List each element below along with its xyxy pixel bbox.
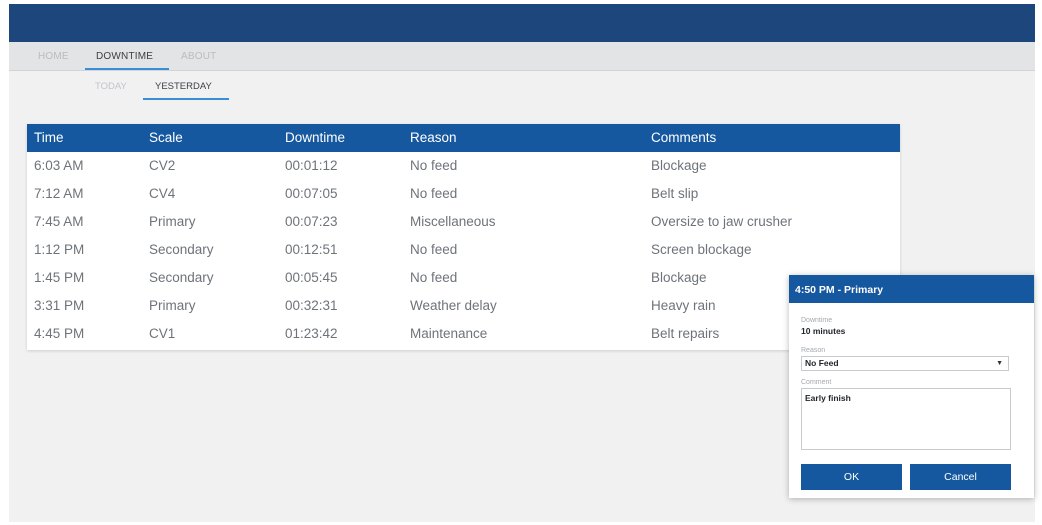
table-row[interactable]: 3:31 PM Primary 00:32:31 Weather delay H… [27, 292, 900, 320]
table-row[interactable]: 6:03 AM CV2 00:01:12 No feed Blockage [27, 152, 900, 180]
edit-downtime-dialog: 4:50 PM - Primary Downtime 10 minutes Re… [789, 275, 1034, 498]
cell-reason: Maintenance [410, 326, 488, 341]
cell-scale: Primary [149, 214, 196, 229]
active-tab-indicator [85, 68, 169, 70]
tab-downtime[interactable]: DOWNTIME [96, 42, 153, 70]
cell-scale: Secondary [149, 242, 214, 257]
cell-comments: Blockage [651, 158, 707, 173]
cell-comments: Oversize to jaw crusher [651, 214, 793, 229]
dialog-title: 4:50 PM - Primary [789, 275, 1034, 303]
cell-comments: Heavy rain [651, 298, 716, 313]
cell-comments: Belt slip [651, 186, 699, 201]
cancel-button[interactable]: Cancel [910, 464, 1011, 490]
title-bar [9, 4, 1035, 42]
column-header-downtime[interactable]: Downtime [285, 124, 345, 152]
tab-home[interactable]: HOME [38, 42, 69, 70]
table-row[interactable]: 1:45 PM Secondary 00:05:45 No feed Block… [27, 264, 900, 292]
comment-label: Comment [801, 379, 832, 386]
table-row[interactable]: 4:45 PM CV1 01:23:42 Maintenance Belt re… [27, 320, 900, 348]
subtab-yesterday[interactable]: YESTERDAY [155, 76, 212, 98]
cell-scale: Secondary [149, 270, 214, 285]
cell-downtime: 00:01:12 [285, 158, 338, 173]
reason-select[interactable]: No Feed ▼ [801, 356, 1009, 371]
cell-downtime: 01:23:42 [285, 326, 338, 341]
column-header-reason[interactable]: Reason [410, 124, 457, 152]
cell-time: 7:45 AM [34, 214, 84, 229]
cell-scale: Primary [149, 298, 196, 313]
table-row[interactable]: 7:12 AM CV4 00:07:05 No feed Belt slip [27, 180, 900, 208]
dropdown-arrow-icon: ▼ [996, 360, 1003, 367]
ok-button[interactable]: OK [801, 464, 902, 490]
cell-reason: No feed [410, 242, 458, 257]
cell-time: 3:31 PM [34, 298, 85, 313]
cell-downtime: 00:07:23 [285, 214, 338, 229]
column-header-comments[interactable]: Comments [651, 124, 716, 152]
cell-scale: CV2 [149, 158, 176, 173]
table-header: Time Scale Downtime Reason Comments [27, 124, 900, 152]
cell-time: 1:45 PM [34, 270, 85, 285]
cell-reason: Weather delay [410, 298, 497, 313]
table-row[interactable]: 1:12 PM Secondary 00:12:51 No feed Scree… [27, 236, 900, 264]
cell-reason: No feed [410, 186, 458, 201]
cell-reason: No feed [410, 158, 458, 173]
cell-time: 1:12 PM [34, 242, 85, 257]
cell-downtime: 00:07:05 [285, 186, 338, 201]
column-header-scale[interactable]: Scale [149, 124, 183, 152]
subtab-today[interactable]: TODAY [95, 76, 127, 98]
cell-comments: Screen blockage [651, 242, 752, 257]
downtime-table: Time Scale Downtime Reason Comments 6:03… [27, 124, 900, 350]
cell-scale: CV1 [149, 326, 176, 341]
cell-downtime: 00:05:45 [285, 270, 338, 285]
reason-label: Reason [801, 347, 826, 354]
cell-time: 6:03 AM [34, 158, 84, 173]
downtime-value: 10 minutes [801, 326, 846, 336]
cell-comments: Blockage [651, 270, 707, 285]
table-row[interactable]: 7:45 AM Primary 00:07:23 Miscellaneous O… [27, 208, 900, 236]
reason-select-value: No Feed [805, 358, 839, 368]
main-nav: HOME DOWNTIME ABOUT [9, 42, 1035, 71]
column-header-time[interactable]: Time [34, 124, 64, 152]
cell-comments: Belt repairs [651, 326, 720, 341]
app-window: HOME DOWNTIME ABOUT TODAY YESTERDAY Time… [9, 4, 1035, 522]
cell-time: 4:45 PM [34, 326, 85, 341]
cell-downtime: 00:12:51 [285, 242, 338, 257]
cell-reason: No feed [410, 270, 458, 285]
tab-about[interactable]: ABOUT [181, 42, 216, 70]
cell-time: 7:12 AM [34, 186, 84, 201]
downtime-label: Downtime [801, 317, 833, 324]
cell-downtime: 00:32:31 [285, 298, 338, 313]
cell-reason: Miscellaneous [410, 214, 496, 229]
comment-textarea[interactable]: Early finish [801, 388, 1011, 450]
cell-scale: CV4 [149, 186, 176, 201]
active-subtab-indicator [143, 98, 229, 100]
